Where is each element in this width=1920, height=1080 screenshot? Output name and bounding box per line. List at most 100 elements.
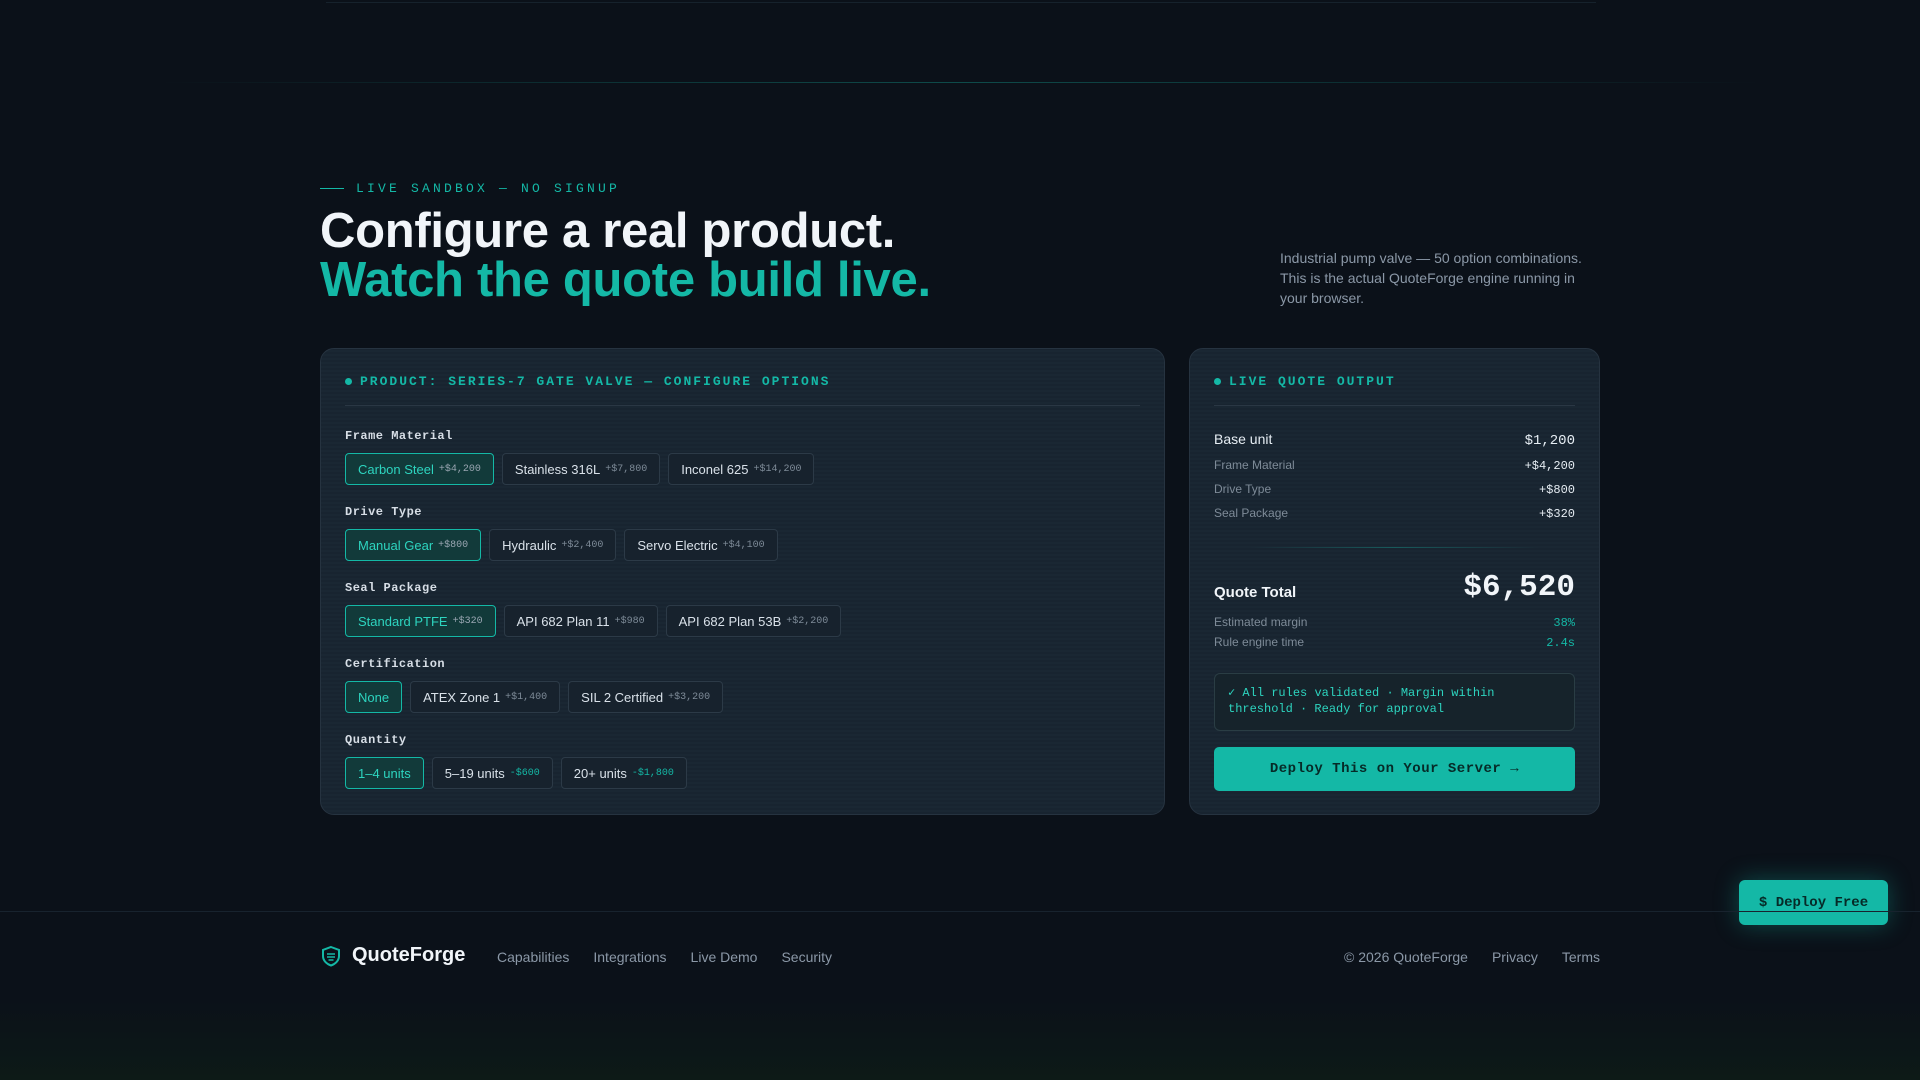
option-price-delta: -$1,800: [631, 767, 674, 779]
quote-line-label: Drive Type: [1214, 482, 1272, 496]
option-button[interactable]: 20+ units -$1,800: [560, 757, 687, 789]
option-name: Stainless 316L: [514, 461, 601, 477]
option-name: API 682 Plan 53B: [678, 613, 782, 629]
quote-panel: LIVE QUOTE OUTPUT Base unit $1,200 Frame…: [1189, 348, 1600, 815]
footer-link-terms[interactable]: Terms: [1562, 949, 1600, 965]
option-group: Drive Type Manual Gear +$800 Hydraulic +$2,4…: [345, 505, 778, 561]
option-button[interactable]: Hydraulic +$2,400: [489, 529, 617, 561]
option-list: None ATEX Zone 1 +$1,400 SIL 2 Certified +$3…: [345, 681, 724, 713]
section-divider: [160, 82, 1760, 83]
option-price-delta: +$2,200: [786, 615, 829, 627]
metric-row: Estimated margin 38%: [1214, 615, 1575, 630]
footer-legal: © 2026 QuoteForge Privacy Terms: [1344, 949, 1600, 965]
footer-divider: [0, 911, 1920, 912]
configurator-title: PRODUCT: SERIES-7 GATE VALVE — CONFIGURE…: [345, 374, 830, 389]
metric-label: Estimated margin: [1214, 615, 1308, 629]
option-list: Manual Gear +$800 Hydraulic +$2,400 Servo El…: [345, 529, 778, 561]
option-group-label: Drive Type: [345, 505, 423, 519]
option-name: API 682 Plan 11: [516, 613, 610, 629]
brand-name: QuoteForge: [352, 944, 466, 966]
base-unit-row: Base unit $1,200: [1214, 431, 1575, 449]
metric-value: 2.4s: [1546, 636, 1575, 650]
option-price-delta: +$3,200: [668, 691, 711, 703]
option-button[interactable]: Manual Gear +$800: [345, 529, 482, 561]
option-name: None: [358, 689, 390, 705]
validation-message: ✓ All rules validated · Margin within th…: [1214, 673, 1575, 731]
option-group-label: Certification: [345, 657, 446, 671]
option-button[interactable]: Stainless 316L +$7,800: [501, 453, 661, 485]
option-price-delta: +$14,200: [753, 463, 802, 475]
option-button[interactable]: 5–19 units -$600: [431, 757, 553, 789]
deploy-free-button[interactable]: $ Deploy Free: [1739, 880, 1888, 925]
quote-line: Drive Type +$800: [1214, 482, 1575, 497]
quote-title: LIVE QUOTE OUTPUT: [1214, 374, 1396, 389]
eyebrow-text: LIVE SANDBOX — NO SIGNUP: [356, 181, 621, 196]
option-price-delta: +$7,800: [605, 463, 648, 475]
copyright-text: © 2026 QuoteForge: [1344, 949, 1468, 965]
option-price-delta: +$800: [438, 539, 469, 551]
option-price-delta: +$4,200: [438, 463, 481, 475]
option-button[interactable]: 1–4 units: [345, 757, 424, 789]
status-dot-icon: [1214, 378, 1221, 385]
option-name: Carbon Steel: [358, 461, 434, 477]
option-price-delta: +$1,400: [505, 691, 548, 703]
option-group-label: Seal Package: [345, 581, 438, 595]
footer-link-capabilities[interactable]: Capabilities: [497, 949, 569, 965]
quote-divider: [1214, 405, 1575, 406]
option-group: Frame Material Carbon Steel +$4,200 Stainle…: [345, 429, 815, 485]
option-button[interactable]: Standard PTFE +$320: [345, 605, 496, 637]
option-group: Certification None ATEX Zone 1 +$1,400 SIL 2…: [345, 657, 724, 713]
footer-nav: Capabilities Integrations Live Demo Secu…: [497, 949, 832, 965]
option-name: 1–4 units: [358, 765, 411, 781]
footer-link-security[interactable]: Security: [781, 949, 832, 965]
option-button[interactable]: Servo Electric +$4,100: [624, 529, 778, 561]
base-unit-value: $1,200: [1524, 433, 1575, 449]
quote-line: Seal Package +$320: [1214, 506, 1575, 521]
option-group-label: Frame Material: [345, 429, 453, 443]
quote-line-value: +$800: [1538, 483, 1575, 497]
footer-link-integrations[interactable]: Integrations: [593, 949, 666, 965]
quote-line-value: +$320: [1538, 507, 1575, 521]
option-list: 1–4 units 5–19 units -$600 20+ units -$1,800: [345, 757, 687, 789]
footer-glow: [0, 1000, 1920, 1080]
eyebrow-dash: [320, 188, 344, 189]
option-name: Standard PTFE: [358, 613, 448, 629]
base-unit-label: Base unit: [1214, 431, 1273, 447]
hero-title-line1: Configure a real product.: [320, 204, 896, 258]
quote-line: Frame Material +$4,200: [1214, 458, 1575, 473]
deploy-on-server-button[interactable]: Deploy This on Your Server →: [1214, 747, 1575, 791]
option-button[interactable]: Inconel 625 +$14,200: [668, 453, 815, 485]
option-list: Standard PTFE +$320 API 682 Plan 11 +$980 AP…: [345, 605, 842, 637]
quote-title-text: LIVE QUOTE OUTPUT: [1229, 374, 1396, 389]
option-name: ATEX Zone 1: [423, 689, 501, 705]
option-button[interactable]: SIL 2 Certified +$3,200: [568, 681, 724, 713]
option-group-label: Quantity: [345, 733, 407, 747]
option-button[interactable]: Carbon Steel +$4,200: [345, 453, 494, 485]
option-button[interactable]: API 682 Plan 11 +$980: [503, 605, 658, 637]
option-name: 20+ units: [573, 765, 627, 781]
metric-row: Rule engine time 2.4s: [1214, 635, 1575, 650]
option-name: Manual Gear: [358, 537, 434, 553]
footer-brand[interactable]: QuoteForge: [320, 944, 465, 967]
option-name: Servo Electric: [637, 537, 718, 553]
hero-eyebrow: LIVE SANDBOX — NO SIGNUP: [320, 181, 620, 196]
configurator-panel: PRODUCT: SERIES-7 GATE VALVE — CONFIGURE…: [320, 348, 1165, 815]
configurator-divider: [345, 405, 1140, 406]
option-list: Carbon Steel +$4,200 Stainless 316L +$7,800…: [345, 453, 815, 485]
option-button[interactable]: None: [345, 681, 403, 713]
option-button[interactable]: API 682 Plan 53B +$2,200: [665, 605, 842, 637]
top-divider: [326, 2, 1596, 3]
quote-total-divider: [1250, 547, 1539, 548]
quote-total-label: Quote Total: [1214, 584, 1297, 601]
quote-total-value: $6,520: [1463, 570, 1575, 605]
footer-link-live-demo[interactable]: Live Demo: [691, 949, 758, 965]
option-price-delta: +$2,400: [561, 539, 604, 551]
metric-label: Rule engine time: [1214, 635, 1305, 649]
option-price-delta: +$4,100: [722, 539, 765, 551]
status-dot-icon: [345, 378, 352, 385]
option-price-delta: -$600: [509, 767, 540, 779]
footer-link-privacy[interactable]: Privacy: [1492, 949, 1538, 965]
option-button[interactable]: ATEX Zone 1 +$1,400: [410, 681, 561, 713]
configurator-title-text: PRODUCT: SERIES-7 GATE VALVE — CONFIGURE…: [360, 374, 831, 389]
quote-line-label: Seal Package: [1214, 506, 1289, 520]
